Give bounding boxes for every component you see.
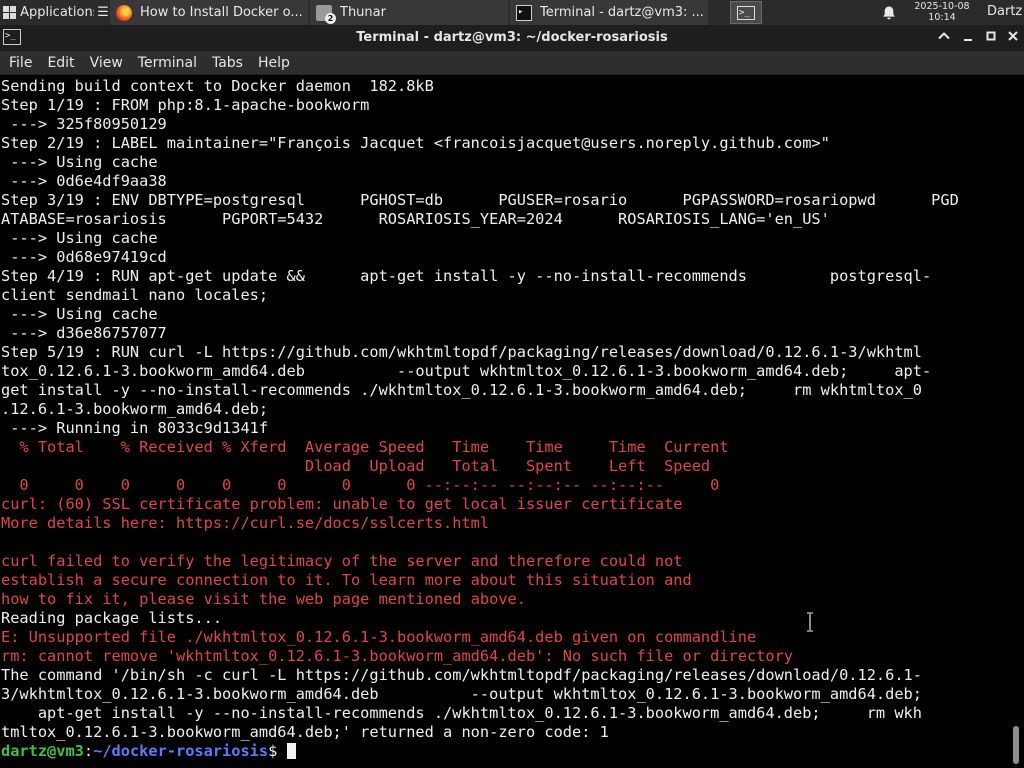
clock-time: 10:14 xyxy=(928,12,956,23)
terminal-line: rm: cannot remove 'wkhtmltox_0.12.6.1-3.… xyxy=(1,647,794,665)
close-icon xyxy=(1008,31,1018,41)
menu-view[interactable]: View xyxy=(84,55,129,71)
terminal-line: ATABASE=rosariosis PGPORT=5432 ROSARIOSI… xyxy=(1,210,830,228)
terminal-line: get install -y --no-install-recommends .… xyxy=(1,381,922,399)
top-panel: Applications ☰ How to Install Docker o..… xyxy=(0,0,1024,25)
window-titlebar[interactable]: Terminal - dartz@vm3: ~/docker-rosariosi… xyxy=(0,25,1024,51)
terminal-launcher-icon: >_ xyxy=(737,5,755,20)
clock-date: 2025-10-08 xyxy=(914,1,970,12)
taskbar-item-label: Terminal - dartz@vm3: ... xyxy=(540,5,704,20)
folder-icon: 2 xyxy=(316,4,336,24)
terminal-line: Reading package lists... xyxy=(1,609,223,627)
terminal-line: ---> Using cache xyxy=(1,153,158,171)
terminal-line: The command '/bin/sh -c curl -L https://… xyxy=(1,666,922,684)
terminal-line: Step 5/19 : RUN curl -L https://github.c… xyxy=(1,343,922,361)
terminal-icon: ▸ xyxy=(516,4,532,21)
terminal-line: ---> 325f80950129 xyxy=(1,115,167,133)
terminal-output[interactable]: Sending build context to Docker daemon 1… xyxy=(0,76,1008,768)
prompt-symbol: $ xyxy=(268,742,287,760)
close-button[interactable] xyxy=(1004,29,1022,47)
terminal-line: curl failed to verify the legitimacy of … xyxy=(1,552,683,570)
menu-file[interactable]: File xyxy=(3,55,38,71)
terminal-line: establish a secure connection to it. To … xyxy=(1,571,692,589)
taskbar-item-label: Thunar xyxy=(340,5,386,20)
terminal-line: Step 2/19 : LABEL maintainer="François J… xyxy=(1,134,830,152)
shade-button[interactable] xyxy=(935,29,953,47)
window-title: Terminal - dartz@vm3: ~/docker-rosariosi… xyxy=(356,30,668,45)
prompt-separator: : xyxy=(83,742,94,760)
terminal-line: apt-get install -y --no-install-recommen… xyxy=(1,704,922,722)
terminal-line: ---> Using cache xyxy=(1,229,158,247)
terminal-line: % Total % Received % Xferd Average Speed… xyxy=(1,438,729,456)
terminal-line: curl: (60) SSL certificate problem: unab… xyxy=(1,495,683,513)
menu-terminal[interactable]: Terminal xyxy=(132,55,203,71)
notification-bell-icon[interactable] xyxy=(881,5,897,21)
firefox-icon xyxy=(116,4,132,21)
terminal-line: Step 1/19 : FROM php:8.1-apache-bookworm xyxy=(1,96,370,114)
terminal-line: Sending build context to Docker daemon 1… xyxy=(1,77,434,95)
minimize-button[interactable] xyxy=(959,29,977,47)
terminal-line: .12.6.1-3.bookworm_amd64.deb; xyxy=(1,400,269,418)
terminal-line: ---> Using cache xyxy=(1,305,158,323)
window-count-badge: 2 xyxy=(325,12,336,24)
terminal-lines: Sending build context to Docker daemon 1… xyxy=(1,77,959,761)
terminal-line: 3/wkhtmltox_0.12.6.1-3.bookworm_amd64.de… xyxy=(1,685,922,703)
scrollbar-thumb[interactable] xyxy=(1013,726,1019,764)
taskbar-item-thunar[interactable]: 2 Thunar xyxy=(310,0,508,25)
terminal-line: Step 3/19 : ENV DBTYPE=postgresql PGHOST… xyxy=(1,191,959,209)
menu-help[interactable]: Help xyxy=(252,55,296,71)
chevron-up-icon xyxy=(938,32,950,40)
applications-menu-button[interactable]: Applications ☰ xyxy=(0,0,108,25)
terminal-line: Step 4/19 : RUN apt-get update && apt-ge… xyxy=(1,267,932,285)
applications-label: Applications xyxy=(20,5,95,20)
text-cursor-icon xyxy=(807,612,813,632)
terminal-launcher-button[interactable]: >_ xyxy=(730,1,762,24)
taskbar-item-terminal[interactable]: ▸ Terminal - dartz@vm3: ... xyxy=(510,0,708,25)
prompt-user: dartz@vm3 xyxy=(1,742,84,760)
terminal-line: Dload Upload Total Spent Left Speed xyxy=(1,457,711,475)
terminal-line: tox_0.12.6.1-3.bookworm_amd64.deb --outp… xyxy=(1,362,932,380)
terminal-line: ---> d36e86757077 xyxy=(1,324,167,342)
terminal-line: how to fix it, please visit the web page… xyxy=(1,590,526,608)
menu-edit[interactable]: Edit xyxy=(41,55,80,71)
terminal-line: client sendmail nano locales; xyxy=(1,286,269,304)
taskbar-item-label: How to Install Docker o... xyxy=(140,5,303,20)
user-menu-button[interactable]: Dartz xyxy=(987,4,1022,19)
applications-grid-icon xyxy=(3,5,16,20)
menubar: File Edit View Terminal Tabs Help xyxy=(0,51,1024,75)
terminal-line: ---> 0d6e4df9aa38 xyxy=(1,172,167,190)
maximize-icon xyxy=(986,31,996,41)
terminal-line: More details here: https://curl.se/docs/… xyxy=(1,514,490,532)
terminal-prompt-line[interactable]: dartz@vm3:~/docker-rosariosis$ xyxy=(1,742,959,761)
minimize-icon xyxy=(964,39,972,41)
terminal-line: E: Unsupported file ./wkhtmltox_0.12.6.1… xyxy=(1,628,757,646)
maximize-button[interactable] xyxy=(982,29,1000,47)
applications-menu-icon: ☰ xyxy=(97,5,109,20)
menu-tabs[interactable]: Tabs xyxy=(206,55,249,71)
taskbar-item-firefox[interactable]: How to Install Docker o... xyxy=(110,0,308,25)
terminal-line: ---> Running in 8033c9d1341f xyxy=(1,419,269,437)
terminal-line: 0 0 0 0 0 0 0 0 --:--:-- --:--:-- --:--:… xyxy=(1,476,720,494)
window-terminal-icon[interactable]: >_ xyxy=(3,29,21,45)
terminal-cursor xyxy=(286,743,296,759)
prompt-path: ~/docker-rosariosis xyxy=(93,742,269,760)
terminal-scrollbar[interactable] xyxy=(1008,76,1024,768)
terminal-line: ---> 0d68e97419cd xyxy=(1,248,167,266)
terminal-line: tmltox_0.12.6.1-3.bookworm_amd64.deb;' r… xyxy=(1,723,609,741)
clock[interactable]: 2025-10-08 10:14 xyxy=(907,1,977,23)
